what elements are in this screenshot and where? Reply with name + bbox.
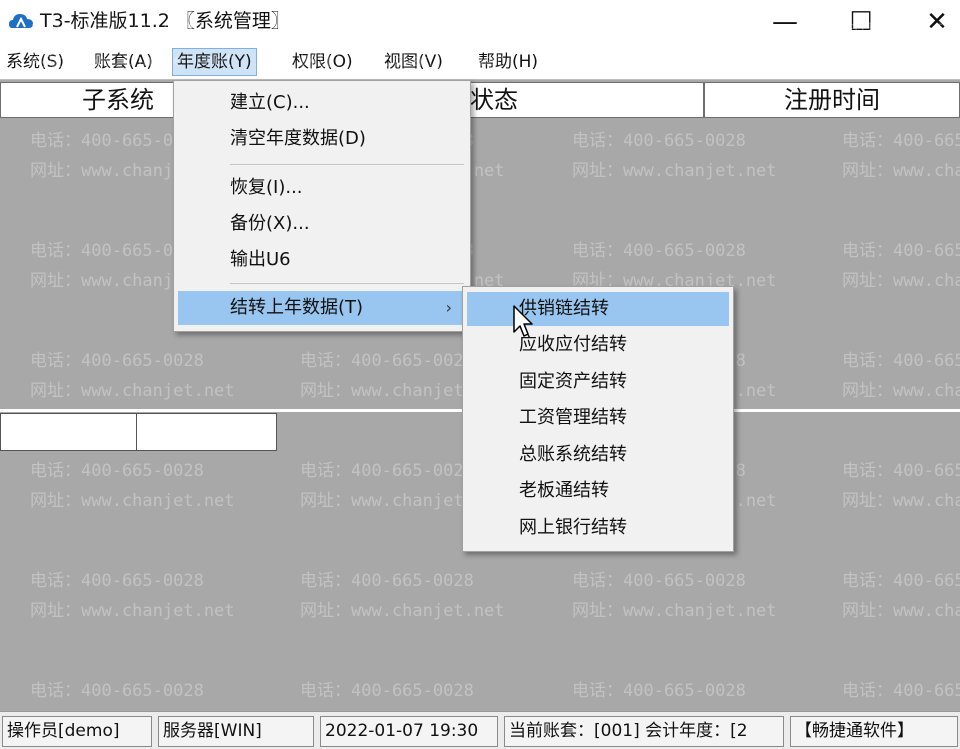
submenu-item-supply-chain[interactable]: 供销链结转 — [467, 292, 729, 326]
submenu-item-general-ledger[interactable]: 总账系统结转 — [467, 438, 729, 472]
submenu-item-fixed-assets[interactable]: 固定资产结转 — [467, 365, 729, 399]
menu-bar: 系统(S) 账套(A) 年度账(Y) 权限(O) 视图(V) 帮助(H) — [0, 44, 960, 80]
menu-system[interactable]: 系统(S) — [2, 48, 68, 76]
watermark-site: 网址：www.chanjet.net — [842, 601, 960, 621]
annual-account-dropdown: 建立(C)... 清空年度数据(D) 恢复(I)... 备份(X)... 输出U… — [173, 80, 471, 332]
status-bar: 操作员[demo] 服务器[WIN] 2022-01-07 19:30 当前账套… — [0, 711, 960, 749]
title-bar: T3-标准版11.2 〖系统管理〗 — ☐ ✕ — [0, 0, 960, 44]
submenu-item-online-banking[interactable]: 网上银行结转 — [467, 511, 729, 545]
submenu-item-boss-link[interactable]: 老板通结转 — [467, 474, 729, 508]
watermark-phone: 电话：400-665-0028 — [842, 571, 960, 591]
carry-forward-submenu: 供销链结转 应收应付结转 固定资产结转 工资管理结转 总账系统结转 老板通结转 … — [462, 286, 734, 552]
status-current-account: 当前账套：[001] 会计年度：[2 — [504, 716, 784, 747]
menu-item-carry-forward-label: 结转上年数据(T) — [230, 297, 364, 318]
watermark-phone: 电话：400-665-0028 — [30, 461, 204, 481]
menu-view[interactable]: 视图(V) — [380, 48, 447, 76]
mouse-cursor-icon — [513, 305, 533, 337]
watermark-phone: 电话：400-665-0028 — [842, 351, 960, 371]
watermark-site: 网址：www.chanjet.net — [572, 161, 777, 181]
watermark-site: 网址：www.chanjet.net — [842, 161, 960, 181]
watermark-phone: 电话：400-665-0028 — [30, 571, 204, 591]
watermark-phone: 电话：400-665-0028 — [572, 571, 746, 591]
menu-item-restore[interactable]: 恢复(I)... — [178, 171, 466, 205]
window-title: T3-标准版11.2 〖系统管理〗 — [40, 10, 290, 32]
submenu-item-payroll[interactable]: 工资管理结转 — [467, 401, 729, 435]
menu-account[interactable]: 账套(A) — [90, 48, 157, 76]
watermark-site: 网址：www.chanjet.net — [30, 381, 235, 401]
menu-separator — [230, 164, 464, 165]
watermark-phone: 电话：400-665-0028 — [300, 571, 474, 591]
lower-table-cell — [136, 413, 277, 451]
column-header-register-time[interactable]: 注册时间 — [704, 82, 960, 118]
status-product: 【畅捷通软件】 — [790, 716, 958, 747]
menu-help[interactable]: 帮助(H) — [474, 48, 542, 76]
menu-item-carry-forward[interactable]: 结转上年数据(T) › — [178, 291, 466, 325]
watermark-site: 网址：www.chanjet.net — [842, 491, 960, 511]
watermark-phone: 电话：400-665-0028 — [300, 681, 474, 701]
menu-item-clear-annual-data[interactable]: 清空年度数据(D) — [178, 122, 466, 156]
watermark-site: 网址：www.chanjet.net — [30, 491, 235, 511]
watermark-phone: 电话：400-665-0028 — [842, 131, 960, 151]
watermark-site: 网址：www.chanjet.net — [842, 271, 960, 291]
watermark-phone: 电话：400-665-0028 — [842, 461, 960, 481]
watermark-phone: 电话：400-665-0028 — [842, 241, 960, 261]
lower-table-cell — [0, 413, 137, 451]
watermark-site: 网址：www.chanjet.net — [30, 601, 235, 621]
minimize-button[interactable]: — — [762, 4, 808, 40]
status-operator: 操作员[demo] — [2, 716, 152, 747]
menu-item-export-u6[interactable]: 输出U6 — [178, 243, 466, 277]
menu-separator — [230, 283, 464, 284]
watermark-site: 网址：www.chanjet.net — [300, 601, 505, 621]
close-button[interactable]: ✕ — [914, 4, 960, 40]
watermark-phone: 电话：400-665-0028 — [30, 681, 204, 701]
status-datetime: 2022-01-07 19:30 — [320, 716, 498, 747]
submenu-arrow-icon: › — [445, 298, 452, 317]
menu-item-backup[interactable]: 备份(X)... — [178, 207, 466, 241]
watermark-phone: 电话：400-665-0028 — [572, 131, 746, 151]
menu-annual-account[interactable]: 年度账(Y) — [172, 48, 257, 76]
watermark-phone: 电话：400-665-0028 — [30, 351, 204, 371]
menu-permission[interactable]: 权限(O) — [288, 48, 357, 76]
watermark-site: 网址：www.chanjet.net — [572, 601, 777, 621]
submenu-item-receivable-payable[interactable]: 应收应付结转 — [467, 328, 729, 362]
watermark-phone: 电话：400-665-0028 — [300, 461, 474, 481]
watermark-phone: 电话：400-665-0028 — [572, 241, 746, 261]
watermark-phone: 电话：400-665-0028 — [842, 681, 960, 701]
status-server: 服务器[WIN] — [158, 716, 314, 747]
watermark-phone: 电话：400-665-0028 — [300, 351, 474, 371]
menu-item-create[interactable]: 建立(C)... — [178, 86, 466, 120]
maximize-button[interactable]: ☐ — [838, 4, 884, 40]
watermark-phone: 电话：400-665-0028 — [572, 681, 746, 701]
watermark-site: 网址：www.chanjet.net — [842, 381, 960, 401]
app-logo-icon — [9, 14, 33, 28]
